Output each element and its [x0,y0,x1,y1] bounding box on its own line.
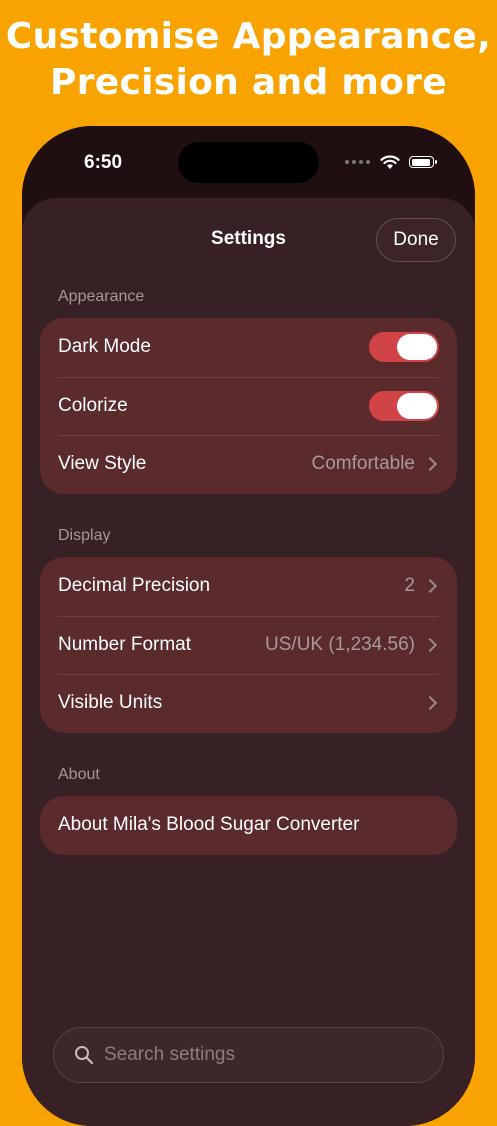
visible-units-label: Visible Units [58,692,163,714]
decimal-precision-label: Decimal Precision [58,575,211,597]
dark-mode-toggle[interactable] [369,332,439,363]
appearance-group: Dark Mode Colorize View Style Comfortabl… [40,318,457,494]
colorize-row[interactable]: Colorize [40,376,457,436]
chevron-right-icon [422,457,438,472]
wifi-icon [380,154,400,169]
search-field[interactable]: Search settings [53,1027,444,1083]
chevron-right-icon [422,696,438,711]
view-style-value: Comfortable [311,453,416,475]
section-label-about: About [58,766,100,783]
chevron-right-icon [422,637,438,652]
headline-line-2: Precision and more [50,62,447,103]
visible-units-row[interactable]: Visible Units [40,674,457,733]
decimal-precision-value: 2 [404,575,415,597]
chevron-right-icon [422,579,438,594]
view-style-row[interactable]: View Style Comfortable [40,435,457,494]
search-icon [75,1046,94,1065]
section-label-appearance: Appearance [58,288,145,305]
cellular-signal-icon [345,160,370,164]
colorize-label: Colorize [58,394,128,416]
status-time: 6:50 [84,152,123,173]
phone-frame: 6:50 Settings Done Appearance Dark Mode [22,126,475,1126]
battery-icon [409,156,437,168]
search-placeholder: Search settings [104,1044,235,1065]
display-group: Decimal Precision 2 Number Format US/UK … [40,557,457,733]
number-format-label: Number Format [58,633,192,655]
view-style-label: View Style [58,453,147,475]
about-row[interactable]: About Mila's Blood Sugar Converter [40,796,457,855]
section-label-display: Display [58,527,111,544]
number-format-value: US/UK (1,234.56) [265,633,415,655]
headline-line-1: Customise Appearance, [5,16,492,57]
dark-mode-row[interactable]: Dark Mode [40,318,457,377]
number-format-row[interactable]: Number Format US/UK (1,234.56) [40,615,457,675]
done-button[interactable]: Done [376,218,456,262]
dark-mode-label: Dark Mode [58,336,151,358]
status-icons [345,152,437,172]
about-label: About Mila's Blood Sugar Converter [58,814,360,836]
decimal-precision-row[interactable]: Decimal Precision 2 [40,557,457,616]
phone-screen: 6:50 Settings Done Appearance Dark Mode [22,126,475,1126]
colorize-toggle[interactable] [369,390,439,421]
settings-sheet: Settings Done Appearance Dark Mode Color… [22,198,475,1126]
promo-headline: Customise Appearance, Precision and more [0,14,497,106]
about-group: About Mila's Blood Sugar Converter [40,796,457,855]
dynamic-island [178,142,319,183]
